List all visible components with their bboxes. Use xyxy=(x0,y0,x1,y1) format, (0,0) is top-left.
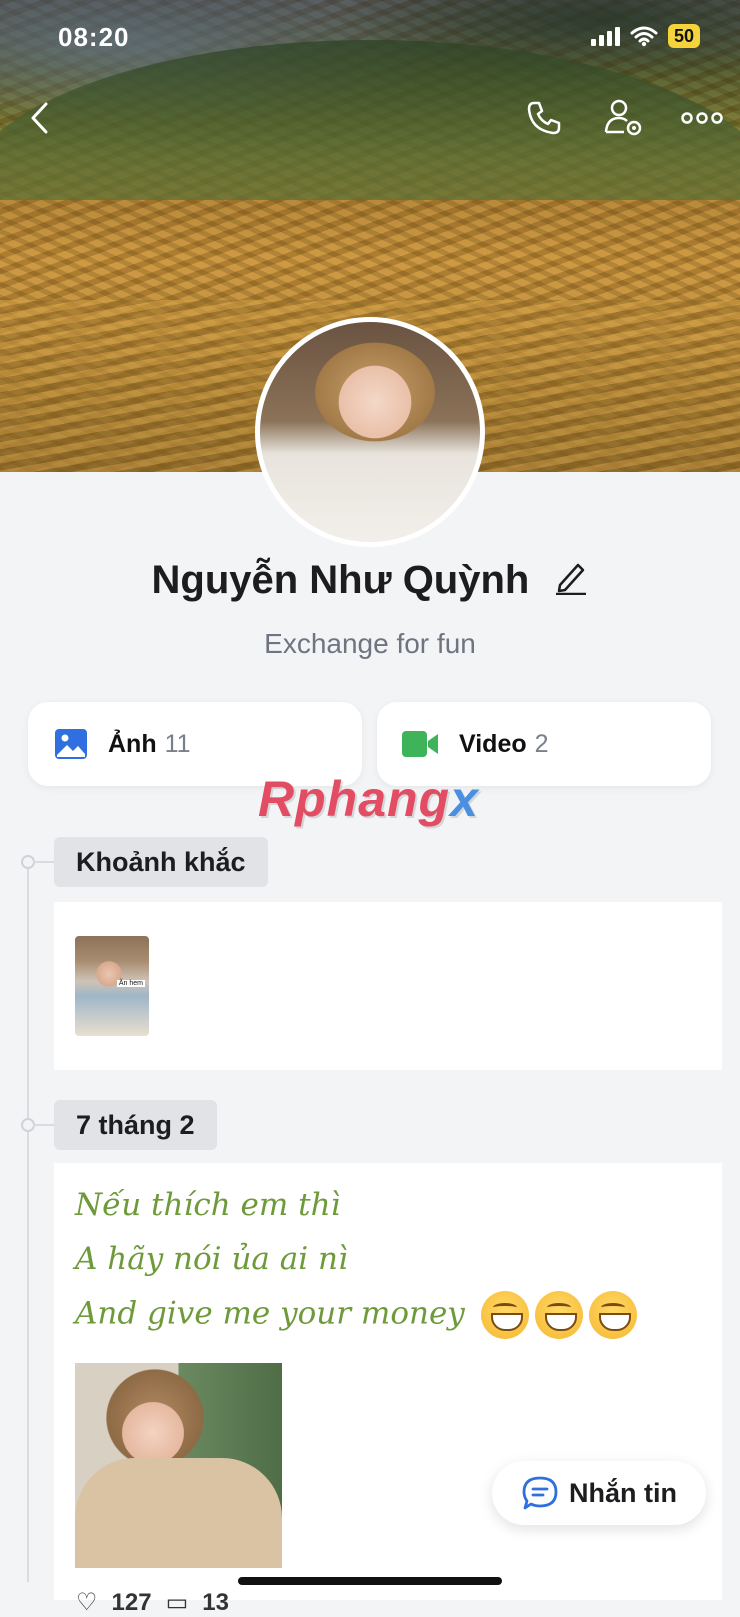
phone-icon xyxy=(527,101,561,135)
post-text-line: A hãy nói ủa ai nì xyxy=(75,1241,348,1277)
avatar[interactable] xyxy=(255,317,485,547)
video-icon xyxy=(402,731,438,757)
profile-name-row: Nguyễn Như Quỳnh xyxy=(0,558,740,605)
profile-name: Nguyễn Như Quỳnh xyxy=(151,558,530,602)
moments-card: Ăn hem xyxy=(54,902,722,1070)
watermark: Rphangx xyxy=(258,770,479,828)
moment-thumbnail[interactable]: Ăn hem xyxy=(75,936,149,1036)
wifi-icon xyxy=(630,26,658,47)
watermark-part2: x xyxy=(450,771,479,827)
call-button[interactable] xyxy=(522,96,566,140)
like-icon[interactable]: ♡ xyxy=(76,1588,98,1617)
post-photo[interactable] xyxy=(75,1363,282,1568)
grinning-emoji xyxy=(534,1291,583,1339)
message-button[interactable]: Nhắn tin xyxy=(492,1461,706,1525)
post-card: Nếu thích em thì A hãy nói ủa ai nì And … xyxy=(54,1163,722,1600)
edit-name-button[interactable] xyxy=(554,559,588,605)
message-button-label: Nhắn tin xyxy=(569,1477,677,1508)
watermark-part1: Rphang xyxy=(258,771,451,827)
more-button[interactable] xyxy=(680,96,724,140)
pencil-icon xyxy=(556,564,587,596)
chevron-left-icon xyxy=(31,102,48,134)
photo-icon xyxy=(55,729,87,759)
profile-settings-button[interactable] xyxy=(602,96,646,140)
timeline-line xyxy=(27,862,29,1582)
post-text-line: Nếu thích em thì xyxy=(75,1187,341,1223)
status-time: 08:20 xyxy=(58,22,130,52)
battery-indicator: 50 xyxy=(667,24,700,48)
chat-bubble-icon xyxy=(522,1476,558,1510)
grinning-emoji xyxy=(480,1291,529,1339)
photos-count: 11 xyxy=(164,729,191,758)
post-text-line-with-emoji: And give me your money xyxy=(75,1291,637,1339)
back-button[interactable] xyxy=(18,96,62,140)
timeline-connector xyxy=(33,861,55,863)
like-count: 127 xyxy=(111,1588,152,1616)
status-icons: 50 xyxy=(590,24,700,48)
timeline-connector xyxy=(33,1124,55,1126)
profile-bio: Exchange for fun xyxy=(264,628,476,659)
home-indicator[interactable] xyxy=(238,1577,502,1585)
more-icon xyxy=(681,112,723,124)
grinning-emoji xyxy=(588,1291,637,1339)
moments-header: Khoảnh khắc xyxy=(54,837,268,887)
post-photo-detail xyxy=(75,1458,282,1568)
videos-label: Video xyxy=(459,729,527,758)
videos-count: 2 xyxy=(534,729,549,758)
moment-thumbnail-tag: Ăn hem xyxy=(116,980,145,987)
photos-label: Ảnh xyxy=(108,729,157,758)
comment-count: 13 xyxy=(202,1588,229,1616)
date-header: 7 tháng 2 xyxy=(54,1100,217,1150)
comment-icon[interactable]: ▭ xyxy=(166,1588,189,1617)
post-stats: ♡ 127 ▭ 13 xyxy=(76,1588,229,1617)
user-settings-icon xyxy=(604,99,642,136)
post-text-line: And give me your money xyxy=(75,1295,465,1332)
signal-icon xyxy=(590,26,620,46)
